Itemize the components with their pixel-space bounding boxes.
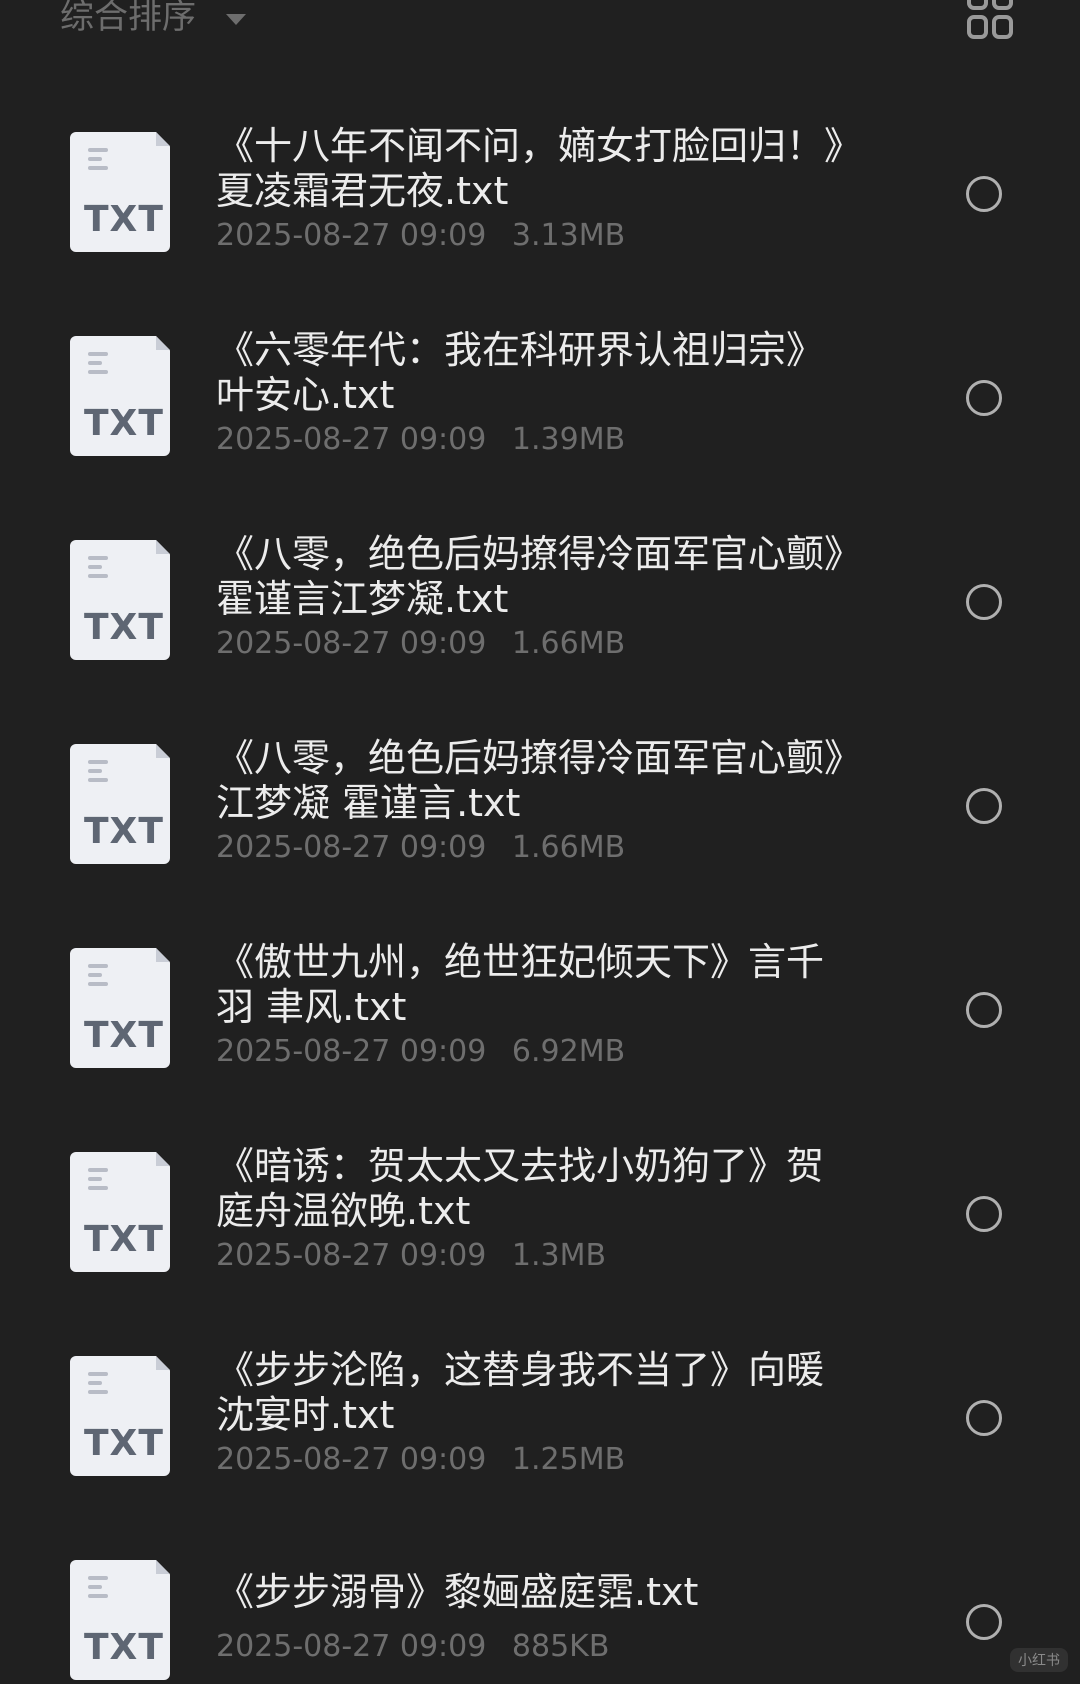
txt-file-icon: TXT [70, 1356, 170, 1476]
file-type-label: TXT [84, 1423, 164, 1464]
file-size: 1.25MB [511, 1442, 626, 1477]
file-info: 《暗诱：贺太太又去找小奶狗了》贺庭舟温欲晚.txt 2025-08-27 09:… [216, 1144, 856, 1276]
file-row[interactable]: TXT 《暗诱：贺太太又去找小奶狗了》贺庭舟温欲晚.txt 2025-08-27… [0, 1110, 1080, 1314]
file-meta: 2025-08-27 09:09 6.92MB [216, 1032, 856, 1072]
file-size: 3.13MB [511, 218, 626, 253]
file-type-label: TXT [84, 1015, 164, 1056]
file-name: 《步步沦陷，这替身我不当了》向暖沈宴时.txt [216, 1348, 825, 1437]
file-date: 2025-08-27 09:09 [216, 422, 487, 457]
file-info: 《八零，绝色后妈撩得冷面军官心颤》江梦凝 霍谨言.txt 2025-08-27 … [216, 736, 856, 868]
file-date: 2025-08-27 09:09 [216, 626, 487, 661]
file-info: 《步步溺骨》黎婳盛庭霑.txt 2025-08-27 09:09 885KB [216, 1570, 856, 1667]
select-radio[interactable] [966, 176, 1002, 212]
file-meta: 2025-08-27 09:09 885KB [216, 1627, 856, 1667]
txt-file-icon: TXT [70, 132, 170, 252]
file-row[interactable]: TXT 《步步沦陷，这替身我不当了》向暖沈宴时.txt 2025-08-27 0… [0, 1314, 1080, 1518]
file-row[interactable]: TXT 《六零年代：我在科研界认祖归宗》叶安心.txt 2025-08-27 0… [0, 294, 1080, 498]
select-radio[interactable] [966, 1604, 1002, 1640]
txt-file-icon: TXT [70, 948, 170, 1068]
file-type-label: TXT [84, 199, 164, 240]
file-info: 《十八年不闻不问，嫡女打脸回归！》夏凌霜君无夜.txt 2025-08-27 0… [216, 124, 856, 256]
file-meta: 2025-08-27 09:09 1.25MB [216, 1440, 856, 1480]
select-radio[interactable] [966, 992, 1002, 1028]
file-row[interactable]: TXT 《步步溺骨》黎婳盛庭霑.txt 2025-08-27 09:09 885… [0, 1518, 1080, 1684]
file-name: 《傲世九州，绝世狂妃倾天下》言千羽 聿风.txt [216, 940, 825, 1029]
file-name: 《八零，绝色后妈撩得冷面军官心颤》霍谨言江梦凝.txt [216, 532, 844, 621]
txt-file-icon: TXT [70, 336, 170, 456]
file-meta: 2025-08-27 09:09 1.66MB [216, 624, 856, 664]
file-list: TXT 《十八年不闻不问，嫡女打脸回归！》夏凌霜君无夜.txt 2025-08-… [0, 90, 1080, 1684]
file-date: 2025-08-27 09:09 [216, 830, 487, 865]
file-info: 《六零年代：我在科研界认祖归宗》叶安心.txt 2025-08-27 09:09… [216, 328, 856, 460]
file-date: 2025-08-27 09:09 [216, 218, 487, 253]
grid-view-button[interactable] [966, 0, 1014, 42]
caret-down-icon [226, 13, 246, 25]
file-type-label: TXT [84, 607, 164, 648]
txt-file-icon: TXT [70, 1152, 170, 1272]
file-row[interactable]: TXT 《八零，绝色后妈撩得冷面军官心颤》江梦凝 霍谨言.txt 2025-08… [0, 702, 1080, 906]
file-date: 2025-08-27 09:09 [216, 1442, 487, 1477]
select-radio[interactable] [966, 1400, 1002, 1436]
file-size: 1.39MB [511, 422, 626, 457]
file-meta: 2025-08-27 09:09 3.13MB [216, 216, 856, 256]
watermark-logo: 小红书 [1010, 1648, 1068, 1672]
file-row[interactable]: TXT 《十八年不闻不问，嫡女打脸回归！》夏凌霜君无夜.txt 2025-08-… [0, 90, 1080, 294]
file-meta: 2025-08-27 09:09 1.66MB [216, 828, 856, 868]
file-date: 2025-08-27 09:09 [216, 1034, 487, 1069]
file-name: 《六零年代：我在科研界认祖归宗》叶安心.txt [216, 328, 825, 417]
file-meta: 2025-08-27 09:09 1.3MB [216, 1236, 856, 1276]
file-name: 《暗诱：贺太太又去找小奶狗了》贺庭舟温欲晚.txt [216, 1144, 825, 1233]
file-info: 《八零，绝色后妈撩得冷面军官心颤》霍谨言江梦凝.txt 2025-08-27 0… [216, 532, 856, 664]
file-info: 《傲世九州，绝世狂妃倾天下》言千羽 聿风.txt 2025-08-27 09:0… [216, 940, 856, 1072]
select-radio[interactable] [966, 788, 1002, 824]
file-list-screen: 综合排序 TXT 《十八年不闻不问，嫡女打脸回归！》夏凌霜君无夜.txt 202… [0, 0, 1080, 1684]
file-size: 1.66MB [511, 830, 626, 865]
txt-file-icon: TXT [70, 1560, 170, 1680]
file-type-label: TXT [84, 1627, 164, 1668]
select-radio[interactable] [966, 380, 1002, 416]
toolbar: 综合排序 [0, 0, 1080, 70]
file-name: 《八零，绝色后妈撩得冷面军官心颤》江梦凝 霍谨言.txt [216, 736, 844, 825]
grid-view-icon [967, 0, 1013, 39]
file-size: 6.92MB [511, 1034, 626, 1069]
file-row[interactable]: TXT 《傲世九州，绝世狂妃倾天下》言千羽 聿风.txt 2025-08-27 … [0, 906, 1080, 1110]
sort-label: 综合排序 [60, 0, 196, 37]
txt-file-icon: TXT [70, 744, 170, 864]
file-type-label: TXT [84, 811, 164, 852]
sort-dropdown[interactable]: 综合排序 [60, 0, 246, 42]
txt-file-icon: TXT [70, 540, 170, 660]
file-meta: 2025-08-27 09:09 1.39MB [216, 420, 856, 460]
file-size: 885KB [511, 1629, 610, 1664]
select-radio[interactable] [966, 1196, 1002, 1232]
file-date: 2025-08-27 09:09 [216, 1629, 487, 1664]
file-row[interactable]: TXT 《八零，绝色后妈撩得冷面军官心颤》霍谨言江梦凝.txt 2025-08-… [0, 498, 1080, 702]
file-info: 《步步沦陷，这替身我不当了》向暖沈宴时.txt 2025-08-27 09:09… [216, 1348, 856, 1480]
file-name: 《十八年不闻不问，嫡女打脸回归！》夏凌霜君无夜.txt [216, 124, 844, 213]
file-type-label: TXT [84, 403, 164, 444]
file-size: 1.3MB [511, 1238, 607, 1273]
select-radio[interactable] [966, 584, 1002, 620]
file-date: 2025-08-27 09:09 [216, 1238, 487, 1273]
file-size: 1.66MB [511, 626, 626, 661]
file-type-label: TXT [84, 1219, 164, 1260]
file-name: 《步步溺骨》黎婳盛庭霑.txt [216, 1570, 699, 1614]
